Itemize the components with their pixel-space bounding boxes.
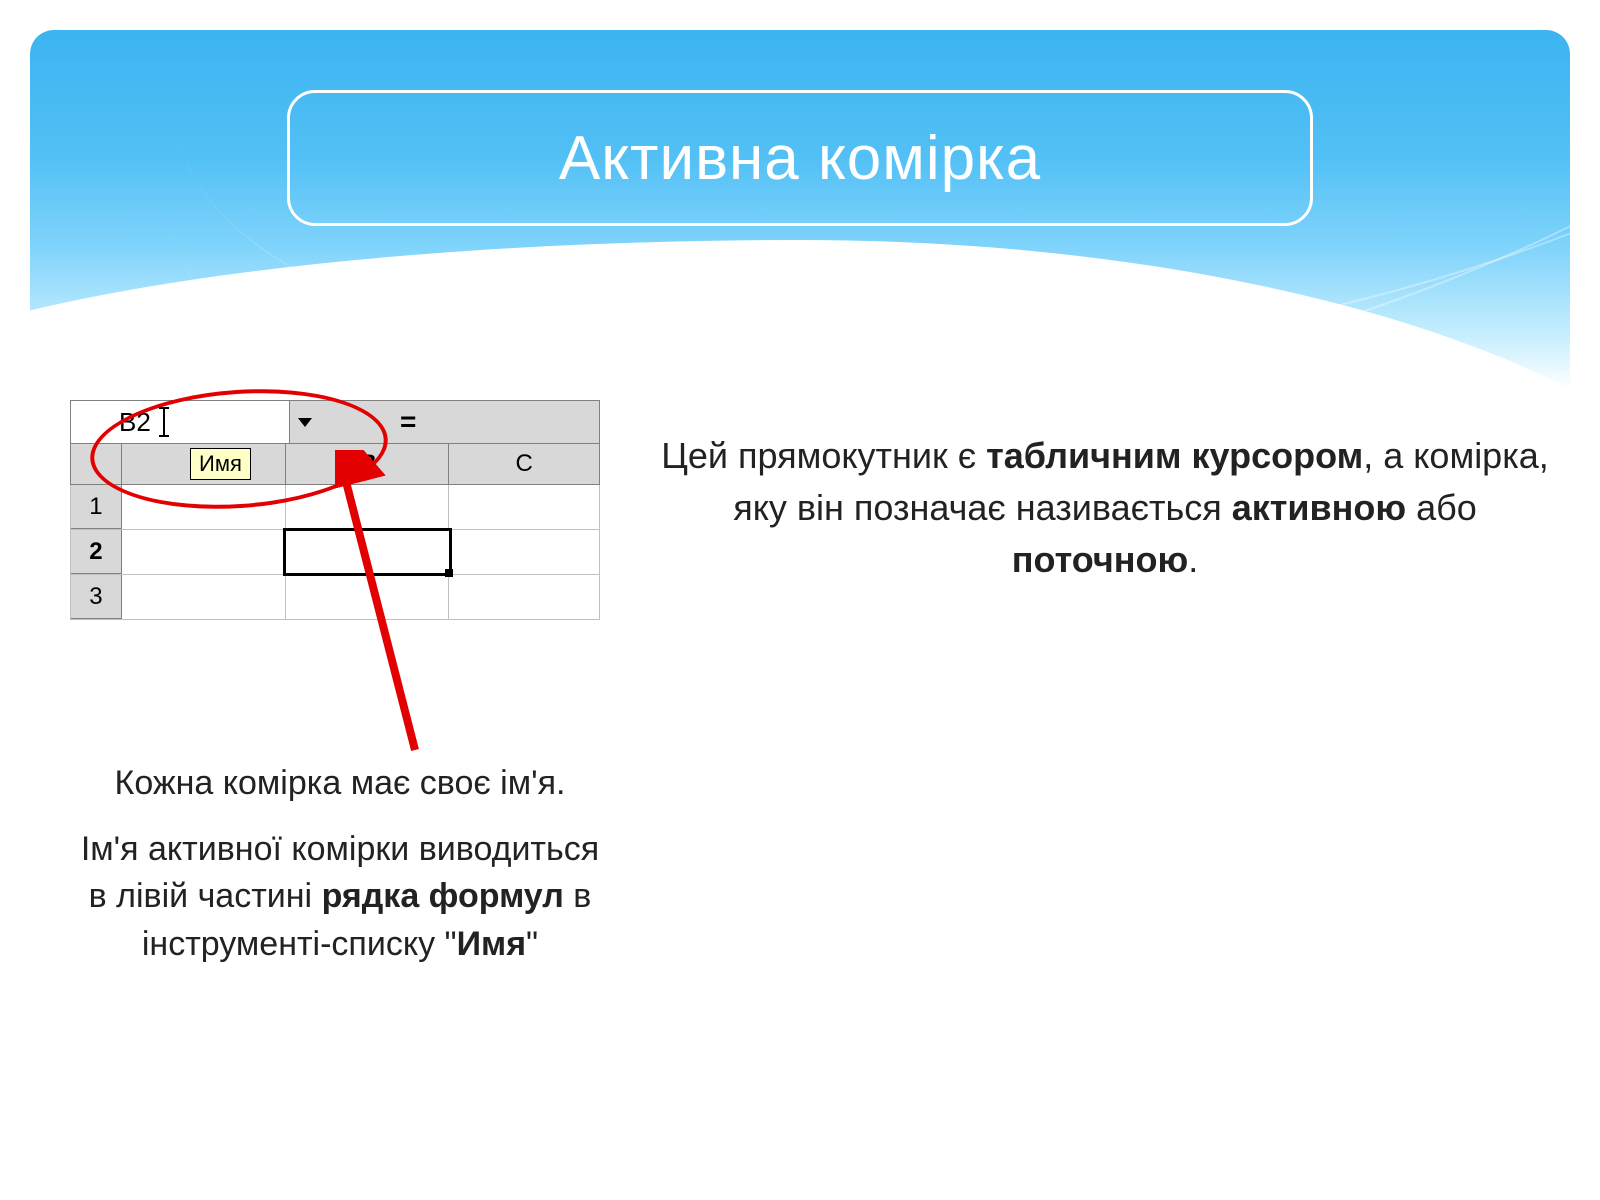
right-explanation: Цей прямокутник є табличним курсором, а … <box>650 430 1560 587</box>
name-box[interactable]: B2 <box>71 401 320 443</box>
cell-b1[interactable] <box>286 485 450 529</box>
text-bold: табличним курсором <box>986 435 1363 476</box>
text-run: . <box>1188 539 1198 580</box>
dropdown-caret-icon[interactable] <box>289 401 320 443</box>
text-bold: поточною <box>1012 539 1188 580</box>
text-cursor-icon <box>163 409 165 435</box>
grid-rows: 1 2 3 <box>70 485 600 620</box>
column-headers: B C <box>70 444 600 485</box>
cell-c1[interactable] <box>449 485 600 529</box>
formula-equals: = <box>320 401 599 443</box>
cell-a3[interactable] <box>122 575 286 619</box>
text-bold: активною <box>1232 487 1406 528</box>
text-run: Цей прямокутник є <box>661 435 986 476</box>
bottom-explanation: Кожна комірка має своє ім'я. Ім'я активн… <box>70 760 610 968</box>
cell-b2-active[interactable] <box>283 528 451 576</box>
cell-c3[interactable] <box>449 575 600 619</box>
row-header-3[interactable]: 3 <box>71 575 122 619</box>
grid-row: 1 <box>71 485 600 530</box>
grid-row: 3 <box>71 575 600 620</box>
equals-sign: = <box>400 406 416 438</box>
excel-screenshot: B2 = Имя B C 1 2 <box>70 400 600 690</box>
corner-cell[interactable] <box>71 444 122 484</box>
grid-row: 2 <box>71 530 600 575</box>
formula-bar: B2 = <box>70 400 600 444</box>
col-header-c[interactable]: C <box>449 444 600 484</box>
text-bold: Имя <box>457 925 526 963</box>
title-chip: Активна комірка <box>287 90 1313 226</box>
text-run: або <box>1406 487 1477 528</box>
text-bold: рядка формул <box>322 877 564 915</box>
col-header-b[interactable]: B <box>286 444 450 484</box>
name-box-value: B2 <box>119 407 151 438</box>
cell-a1[interactable] <box>122 485 286 529</box>
name-tooltip: Имя <box>190 448 251 480</box>
header-panel: Активна комірка <box>30 30 1570 390</box>
slide-title: Активна комірка <box>559 123 1041 194</box>
slide: Активна комірка B2 = Имя B C 1 <box>0 0 1600 1200</box>
cell-c2[interactable] <box>450 530 600 574</box>
cell-b3[interactable] <box>286 575 450 619</box>
paragraph-1: Кожна комірка має своє ім'я. <box>70 760 610 808</box>
row-header-2[interactable]: 2 <box>71 530 122 574</box>
row-header-1[interactable]: 1 <box>71 485 122 529</box>
text-run: " <box>526 925 538 963</box>
cell-a2[interactable] <box>122 530 285 574</box>
paragraph-2: Ім'я активної комірки виводиться в лівій… <box>70 826 610 969</box>
